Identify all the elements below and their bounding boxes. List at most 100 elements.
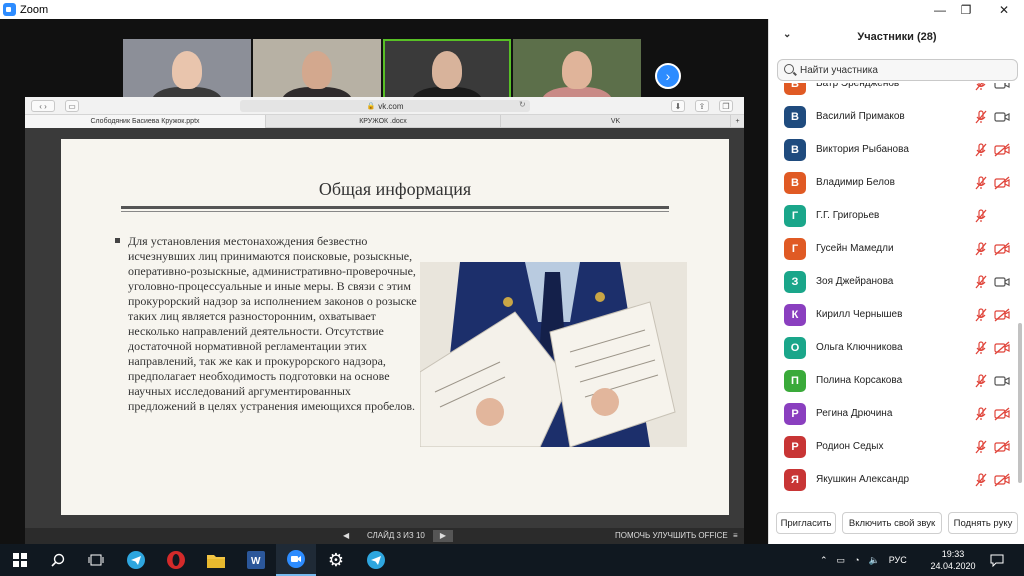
participant-row[interactable]: К Кирилл Чернышев <box>769 300 1015 333</box>
participant-name: Гусейн Мамедли <box>816 243 894 254</box>
taskbar-app-opera[interactable] <box>156 544 196 576</box>
app-title: Zoom <box>20 3 49 16</box>
participant-row[interactable]: В Владимир Белов <box>769 168 1015 201</box>
browser-toolbar: ‹ › ▭ 🔒 vk.com ↻ ⬇ ⇪ ❐ <box>25 97 744 115</box>
taskbar-app-zoom[interactable] <box>276 544 316 576</box>
search-placeholder: Найти участника <box>800 64 878 76</box>
windows-taskbar: W ⚙ ⌃ ▭ ◔ 🔈 РУС 19:33 24.04.2020 <box>0 544 1024 576</box>
tab-vk[interactable]: VK <box>501 115 731 128</box>
participant-row[interactable]: О Ольга Ключникова <box>769 333 1015 366</box>
lock-icon: 🔒 <box>366 103 376 110</box>
gear-icon: ⚙ <box>327 549 345 570</box>
camera-off-icon <box>994 341 1010 355</box>
back-forward-buttons[interactable]: ‹ › <box>31 100 55 112</box>
participant-row[interactable]: В Виктория Рыбанова <box>769 135 1015 168</box>
new-tab-icon[interactable]: + <box>731 115 744 128</box>
participant-name: Кирилл Чернышев <box>816 309 903 320</box>
presentation-slide: Общая информация Для установления местон… <box>61 139 729 515</box>
title-divider <box>121 206 669 209</box>
participant-name: Владимир Белов <box>816 177 895 188</box>
tab-docx[interactable]: КРУЖОК .docx <box>266 115 501 128</box>
participant-search-input[interactable]: Найти участника <box>777 59 1018 81</box>
participant-face <box>432 51 462 89</box>
maximize-button[interactable]: ❐ <box>946 0 986 19</box>
avatar: К <box>784 304 806 326</box>
participants-panel: ⌄ Участники (28) Найти участника В Ватр Э… <box>768 19 1024 544</box>
participant-row[interactable]: Я Якушкин Александр <box>769 465 1015 498</box>
start-button[interactable] <box>0 544 40 576</box>
participant-row[interactable]: П Полина Корсакова <box>769 366 1015 399</box>
participant-name: Полина Корсакова <box>816 375 903 386</box>
participants-header: ⌄ Участники (28) <box>769 19 1024 55</box>
tab-pptx[interactable]: Слободяник Басиева Кружок.pptx <box>25 115 266 128</box>
network-icon[interactable]: ◔ <box>854 555 859 565</box>
folder-icon <box>207 554 225 568</box>
taskbar-app-settings[interactable]: ⚙ <box>316 544 356 576</box>
invite-button[interactable]: Пригласить <box>776 512 836 534</box>
tray-chevron-icon[interactable]: ⌃ <box>820 555 828 566</box>
reload-icon[interactable]: ↻ <box>519 100 526 109</box>
taskbar-app-telegram[interactable] <box>116 544 156 576</box>
avatar: П <box>784 370 806 392</box>
battery-icon[interactable]: ▭ <box>837 555 846 566</box>
scrollbar-thumb[interactable] <box>1018 323 1022 483</box>
participant-face <box>562 51 592 89</box>
improve-office-link[interactable]: ПОМОЧЬ УЛУЧШИТЬ OFFICE <box>615 531 728 540</box>
participant-name: Ватр Эрендженов <box>816 83 900 89</box>
share-icon[interactable]: ⇪ <box>695 100 709 112</box>
next-slide-button[interactable]: ▶ <box>433 530 453 542</box>
taskbar-app-word[interactable]: W <box>236 544 276 576</box>
mic-muted-icon <box>974 83 988 91</box>
participant-row[interactable]: Г Гусейн Мамедли <box>769 234 1015 267</box>
browser-app-icon <box>167 551 185 569</box>
raise-hand-button[interactable]: Поднять руку <box>948 512 1018 534</box>
taskbar-app-telegram-2[interactable] <box>356 544 396 576</box>
bullet-text: Для установления местонахождения безвест… <box>128 234 417 413</box>
notifications-icon[interactable] <box>990 544 1004 576</box>
mic-muted-icon <box>974 341 988 355</box>
slide-viewport: Общая информация Для установления местон… <box>25 128 744 528</box>
participant-row[interactable]: Г Г.Г. Григорьев <box>769 201 1015 234</box>
unmute-self-button[interactable]: Включить свой звук <box>842 512 942 534</box>
telegram-icon <box>367 551 385 569</box>
participant-row[interactable]: Р Родион Седых <box>769 432 1015 465</box>
avatar: З <box>784 271 806 293</box>
participant-list-scrollbar[interactable] <box>1017 83 1023 503</box>
mic-muted-icon <box>974 209 988 223</box>
participant-row[interactable]: З Зоя Джейранова <box>769 267 1015 300</box>
avatar: В <box>784 139 806 161</box>
participant-row[interactable]: В Василий Примаков <box>769 102 1015 135</box>
title-divider-thin <box>121 211 669 212</box>
address-bar[interactable]: 🔒 vk.com <box>240 100 530 112</box>
collapse-chevron-icon[interactable]: ⌄ <box>783 29 791 40</box>
next-page-button[interactable]: › <box>655 63 681 89</box>
tabs-overview-icon[interactable]: ❐ <box>719 100 733 112</box>
prev-slide-button[interactable]: ◀ <box>343 531 349 540</box>
camera-off-icon <box>994 407 1010 421</box>
bullet-marker <box>115 238 120 243</box>
taskbar-search-icon[interactable] <box>38 544 78 576</box>
mic-muted-icon <box>974 242 988 256</box>
camera-off-icon <box>994 473 1010 487</box>
participant-row[interactable]: В Ватр Эрендженов <box>769 83 1015 102</box>
download-icon[interactable]: ⬇ <box>671 100 685 112</box>
participants-title: Участники (28) <box>857 31 937 43</box>
close-button[interactable]: ✕ <box>984 0 1024 19</box>
slide-controls-bar: ◀ СЛАЙД 3 ИЗ 10 ▶ ПОМОЧЬ УЛУЧШИТЬ OFFICE… <box>25 528 744 544</box>
volume-icon[interactable]: 🔈 <box>869 555 880 566</box>
sidebar-icon[interactable]: ▭ <box>65 100 79 112</box>
clock[interactable]: 19:33 24.04.2020 <box>928 544 978 576</box>
camera-off-icon <box>994 242 1010 256</box>
participant-row[interactable]: Р Регина Дрючина <box>769 399 1015 432</box>
mic-muted-icon <box>974 473 988 487</box>
zoom-window: Zoom — ❐ ✕ ✕Светлана Наз...Джиоев С.Х.Ан… <box>0 0 1024 576</box>
participant-name: Виктория Рыбанова <box>816 144 909 155</box>
avatar: Г <box>784 205 806 227</box>
language-indicator[interactable]: РУС <box>889 555 907 565</box>
shared-browser-window: ‹ › ▭ 🔒 vk.com ↻ ⬇ ⇪ ❐ Слободяник Басиев… <box>25 97 744 530</box>
camera-icon <box>994 110 1010 124</box>
notes-icon[interactable]: ≡ <box>733 531 738 540</box>
clock-time: 19:33 <box>941 549 965 559</box>
task-view-icon[interactable] <box>76 544 116 576</box>
taskbar-app-explorer[interactable] <box>196 544 236 576</box>
